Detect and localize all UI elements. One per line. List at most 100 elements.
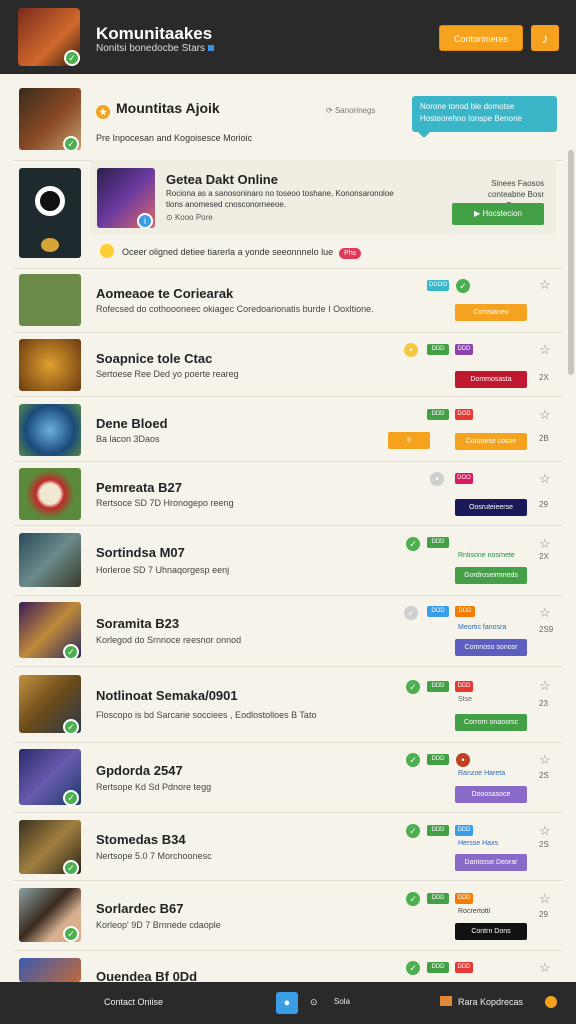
featured-title: ★ Mountitas Ajoik: [96, 100, 220, 119]
row-description: Nertsope 5.0 7 Morchoonesc: [96, 851, 212, 861]
row-link[interactable]: Hersse Haxs: [458, 840, 498, 847]
row-name: Sorlardec B67: [96, 901, 184, 916]
row-description: Rofecsed do cothoooneec okiagec Coredoar…: [96, 304, 374, 314]
folder-icon: [440, 996, 452, 1006]
star-icon[interactable]: ☆: [539, 342, 551, 358]
row-action-button[interactable]: Oosruteieerse: [455, 499, 527, 516]
row-avatar: [19, 339, 81, 391]
star-icon[interactable]: ☆: [539, 891, 551, 907]
star-icon[interactable]: ☆: [539, 752, 551, 768]
card-description: Rociona as a sanosoninaro no toseoo tosh…: [166, 189, 394, 209]
contact-link[interactable]: Contact Oniise: [104, 997, 163, 1007]
top-bar: ✓ Komunitaakes Nonitsi bonedocbe Stars C…: [0, 0, 576, 74]
featured-card[interactable]: i Getea Dakt Online Rociona as a sanoson…: [90, 160, 556, 235]
logo-ring-icon: [35, 186, 65, 216]
row-link[interactable]: Stse: [458, 696, 472, 703]
star-icon[interactable]: ☆: [539, 471, 551, 487]
row-action-button[interactable]: Comnoso sonosr: [455, 639, 527, 656]
divider: [14, 461, 562, 462]
row-name: Soapnice tole Ctac: [96, 351, 213, 366]
row-action-button[interactable]: Dooosasoce: [455, 786, 527, 803]
emoji-toggle-icon[interactable]: ⊙: [310, 997, 318, 1008]
coin-badge: ◎: [388, 432, 430, 449]
coin-icon[interactable]: [545, 996, 557, 1008]
featured-status-icon: ✓: [63, 136, 79, 152]
check-icon: ✓: [456, 279, 470, 293]
check-icon: ✓: [406, 961, 420, 975]
row-link[interactable]: Rocrertotti: [458, 908, 490, 915]
star-count: 2S: [539, 840, 549, 849]
star-icon[interactable]: ☆: [539, 536, 551, 552]
row-action-button[interactable]: Comsianeo: [455, 304, 527, 321]
row-name: Gpdorda 2547: [96, 763, 183, 778]
row-name: Sortindsa M07: [96, 545, 185, 560]
row-action-button[interactable]: Dommosasta: [455, 371, 527, 388]
card-action-button[interactable]: ▶ Hocstecion: [452, 203, 544, 225]
smile-icon: [100, 244, 114, 258]
bottom-right-link[interactable]: Rara Kopdrecas: [440, 996, 523, 1007]
flame-icon: •: [456, 753, 470, 767]
star-icon[interactable]: ☆: [539, 960, 551, 976]
row-tag: DDD: [455, 681, 473, 692]
featured-subtitle: Pre Inpocesan and Kogoisesce Morioic: [96, 133, 253, 143]
row-tag: DDD: [455, 893, 473, 904]
star-count: 2S: [539, 771, 549, 780]
star-count: 2X: [539, 552, 549, 561]
chat-bubble-icon[interactable]: ●: [276, 992, 298, 1014]
sync-status[interactable]: ⟳ Sanorinegs: [326, 106, 375, 115]
invite-pill[interactable]: Phs: [339, 248, 362, 259]
star-count: 2B: [539, 434, 549, 443]
row-action-button[interactable]: Dantosse Deorar: [455, 854, 527, 871]
row-action-button[interactable]: Gordroseimmeds: [455, 567, 527, 584]
row-tag: DOD: [427, 606, 449, 617]
row-link[interactable]: Meortic fanosra: [458, 624, 506, 631]
invite-line[interactable]: Oceer oligned detiee tiarerla a yonde se…: [100, 244, 362, 259]
bell-icon[interactable]: ♪: [531, 25, 559, 51]
star-icon[interactable]: ☆: [539, 678, 551, 694]
check-icon: ✓: [406, 680, 420, 694]
header-action-button[interactable]: Contorimeres: [439, 25, 523, 51]
row-link[interactable]: Ranzoe Hareta: [458, 770, 505, 777]
row-tag: DDD: [427, 754, 449, 765]
star-icon[interactable]: ☆: [539, 407, 551, 423]
row-tag: DDD: [427, 825, 449, 836]
emoji-icon: •: [404, 343, 418, 357]
row-tag: DDD: [427, 962, 449, 973]
row-description: Rertsope Kd Sd Pdnore tegg: [96, 782, 212, 792]
row-name: Aomeaoe te Coriearak: [96, 286, 234, 301]
app-title: Komunitaakes: [96, 24, 213, 43]
row-description: Rertsoce SD 7D Hronogepo reeng: [96, 498, 234, 508]
row-action-button[interactable]: Corrorn onaosrsc: [455, 714, 527, 731]
star-count: 29: [539, 910, 548, 919]
status-icon: ✓: [63, 644, 79, 660]
community-logo[interactable]: [19, 168, 81, 258]
divider: [14, 666, 562, 667]
star-icon[interactable]: ☆: [539, 605, 551, 621]
star-icon[interactable]: ☆: [539, 277, 551, 293]
card-title: Getea Dakt Online: [166, 172, 278, 187]
status-icon: ✓: [63, 926, 79, 942]
row-action-button[interactable]: Contrn Dons: [455, 923, 527, 940]
divider: [14, 812, 562, 813]
bottom-mid-label[interactable]: Sola: [334, 997, 350, 1006]
check-icon: ✓: [404, 606, 418, 620]
divider: [14, 742, 562, 743]
divider: [14, 880, 562, 881]
star-icon[interactable]: ☆: [539, 823, 551, 839]
row-tag: DDD: [427, 537, 449, 548]
check-icon: ✓: [406, 824, 420, 838]
trophy-icon: ★: [96, 105, 110, 119]
row-name: Stomedas B34: [96, 832, 186, 847]
row-tag: DDD: [427, 409, 449, 420]
star-count: 2S9: [539, 625, 554, 634]
row-action-button[interactable]: Cotuoese cosne: [455, 433, 527, 450]
hand-icon: •: [430, 472, 444, 486]
row-tag: DDD: [427, 344, 449, 355]
scrollbar[interactable]: [568, 150, 574, 375]
game-platform-icon: i: [137, 213, 153, 229]
divider: [14, 332, 562, 333]
row-link[interactable]: Rntisone nosrnete: [458, 552, 515, 559]
check-icon: ✓: [406, 892, 420, 906]
row-description: Korlegod do Srnnoce reesnor onnod: [96, 635, 242, 645]
status-icon: ✓: [63, 860, 79, 876]
